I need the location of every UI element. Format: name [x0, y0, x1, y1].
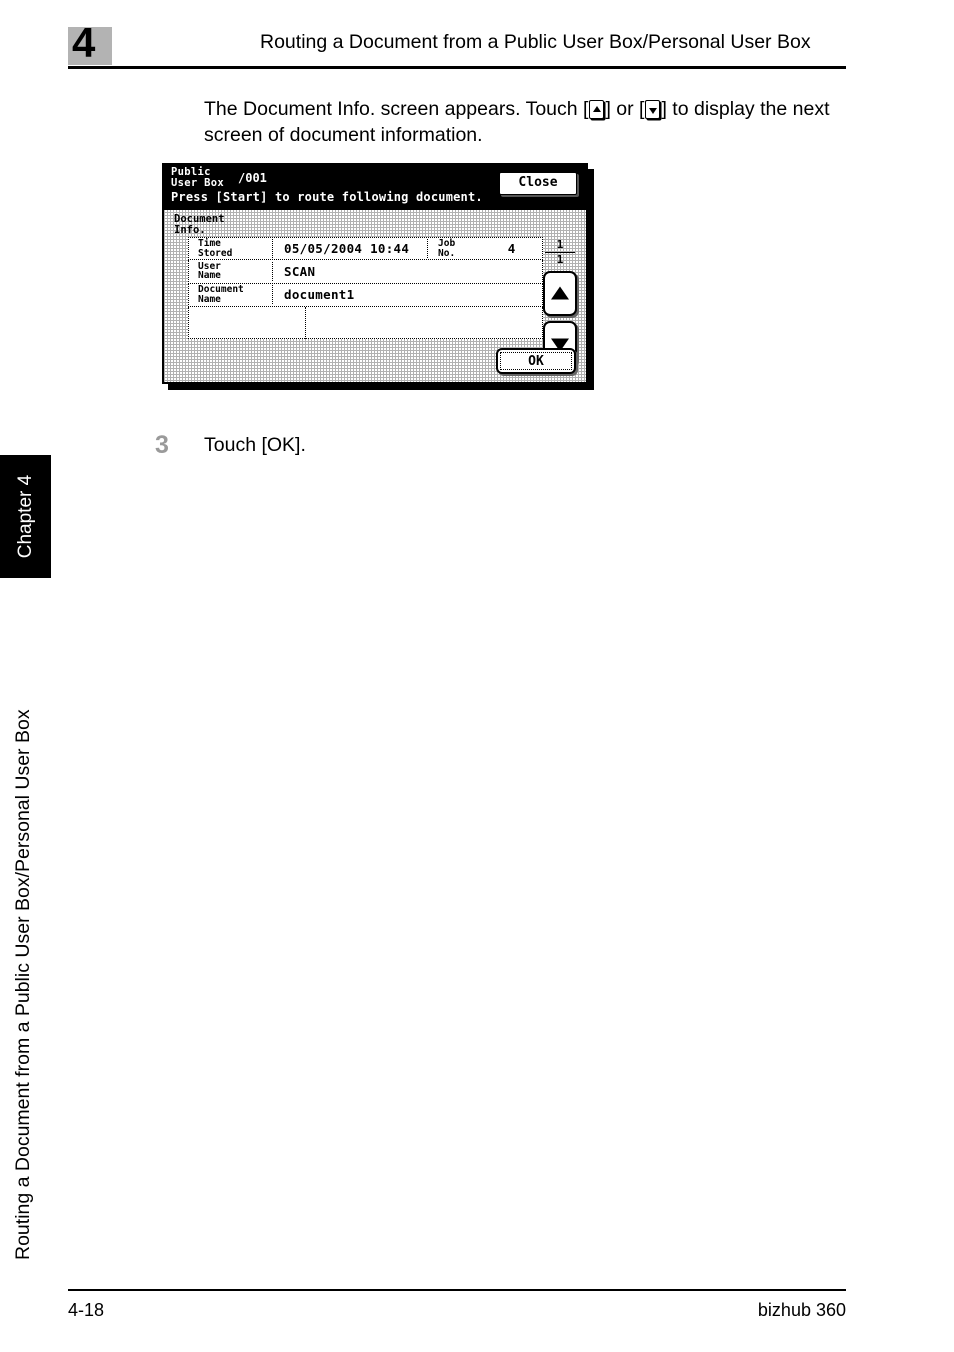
lcd-box-number: /001: [238, 171, 267, 185]
footer-page-number: 4-18: [68, 1300, 105, 1320]
close-button[interactable]: Close: [499, 172, 577, 195]
lcd-instruction: Press [Start] to route following documen…: [171, 190, 483, 204]
page-header: 4 Routing a Document from a Public User …: [0, 0, 954, 70]
job-no-value: 4: [507, 241, 516, 257]
lcd-box-name-line2: User Box: [171, 176, 224, 189]
document-page: 4 Routing a Document from a Public User …: [0, 0, 954, 1352]
row-label: Time Stored: [189, 239, 273, 259]
ok-button[interactable]: OK: [496, 348, 576, 374]
table-row: User Name SCAN: [188, 260, 543, 284]
intro-paragraph: The Document Info. screen appears. Touch…: [204, 97, 856, 148]
vertical-section-title-label: Routing a Document from a Public User Bo…: [12, 709, 34, 1260]
lcd-box-name-line1: Public: [171, 166, 211, 178]
document-info-table: Time Stored 05/05/2004 10:44 Job No. 4 U…: [188, 237, 543, 307]
page-current: 1: [545, 239, 575, 253]
step-number: 3: [155, 431, 169, 459]
page-total: 1: [556, 253, 564, 266]
user-name-value: SCAN: [284, 263, 316, 279]
job-no-label-line2: No.: [438, 247, 456, 259]
job-no-label: Job No.: [427, 239, 489, 259]
lcd-body: Document Info. Time Stored 05/05/2004 10…: [164, 208, 586, 382]
lcd-header-bar: Public User Box /001 Press [Start] to ro…: [164, 165, 586, 208]
chapter-side-tab-label: Chapter 4: [15, 474, 36, 559]
ok-button-label: OK: [500, 352, 572, 370]
lcd-screen: Public User Box /001 Press [Start] to ro…: [162, 163, 588, 384]
row-label-line2: Name: [198, 293, 221, 305]
document-info-title: Document Info.: [174, 214, 225, 235]
row-label-line2: Stored: [198, 247, 233, 259]
intro-text-middle: ] or [: [605, 98, 645, 120]
document-info-title-line2: Info.: [174, 223, 206, 236]
table-row: Time Stored 05/05/2004 10:44 Job No. 4: [188, 237, 543, 261]
row-label: User Name: [189, 262, 273, 281]
row-label: Document Name: [189, 285, 273, 305]
scroll-up-button[interactable]: [543, 271, 577, 316]
arrow-down-key-icon: [645, 100, 661, 119]
vertical-section-title: Routing a Document from a Public User Bo…: [0, 600, 47, 1260]
time-stored-value: 05/05/2004 10:44: [284, 241, 410, 257]
row-label-line2: Name: [198, 270, 221, 282]
footer-product-name: bizhub 360: [757, 1300, 846, 1320]
document-info-title-line1: Document: [174, 213, 225, 225]
page-indicator: 1 1: [545, 239, 575, 266]
step-text: Touch [OK].: [204, 434, 306, 456]
lcd-box-name: Public User Box: [171, 167, 224, 188]
arrow-up-key-icon: [589, 100, 605, 119]
lcd-screenshot: Public User Box /001 Press [Start] to ro…: [162, 163, 594, 390]
table-filler-divider: [188, 307, 306, 339]
header-divider: [68, 66, 846, 69]
table-row: Document Name document1: [188, 283, 543, 307]
intro-text-before: The Document Info. screen appears. Touch…: [204, 98, 589, 120]
page-title: Routing a Document from a Public User Bo…: [260, 31, 811, 53]
chapter-number: 4: [72, 19, 96, 66]
chapter-side-tab: Chapter 4: [0, 455, 51, 578]
footer-divider: [68, 1289, 846, 1291]
document-name-value: document1: [284, 287, 355, 303]
